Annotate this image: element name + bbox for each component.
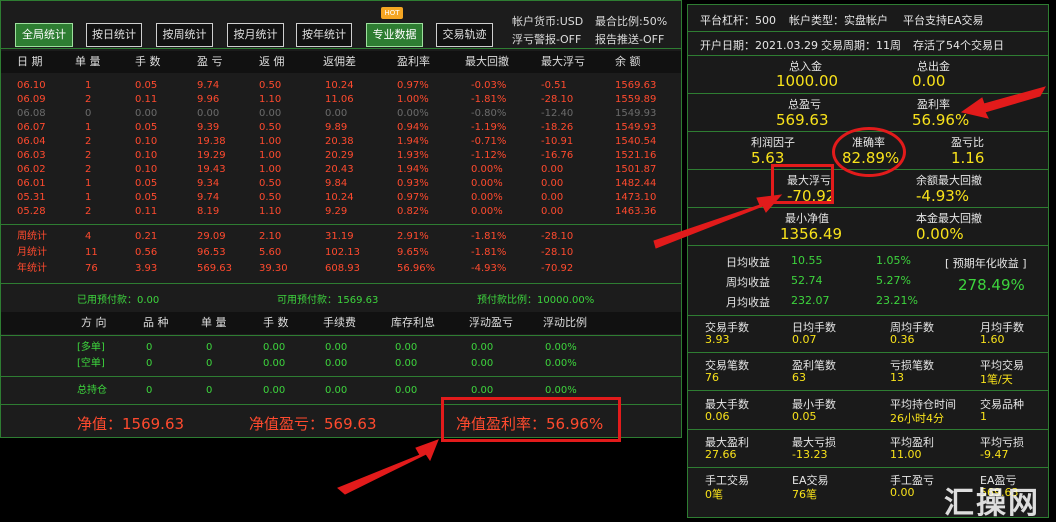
arrow-to-max-float-loss xyxy=(653,194,783,249)
annotation-arrows xyxy=(337,86,1047,495)
arrow-to-net-profit-rate xyxy=(337,439,439,495)
arrow-to-profit-rate xyxy=(960,86,1047,119)
watermark-logo: 汇操网 xyxy=(944,486,1040,521)
